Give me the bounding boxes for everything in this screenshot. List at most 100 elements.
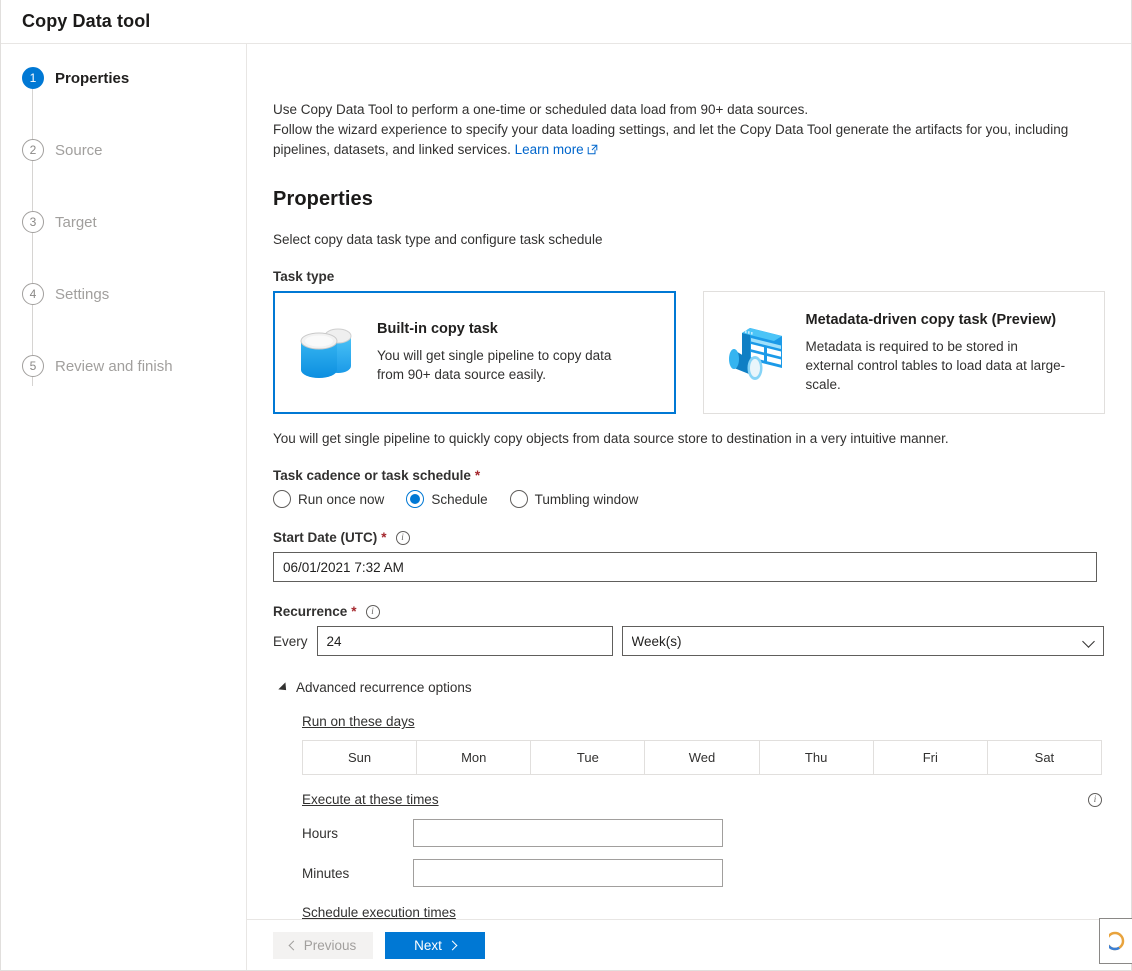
task-cadence-label: Task cadence or task schedule * bbox=[273, 468, 1105, 483]
radio-label-tumbling-window: Tumbling window bbox=[534, 491, 639, 507]
sidebar-item-source[interactable]: 2 Source bbox=[1, 136, 246, 164]
run-on-days-table: Sun Mon Tue Wed Thu Fri Sat bbox=[302, 740, 1102, 775]
recurrence-unit-select[interactable]: Week(s) bbox=[621, 626, 1104, 656]
schedule-execution-times: Schedule execution times 07:32 bbox=[302, 905, 1105, 919]
step-number-badge-1: 1 bbox=[22, 67, 44, 89]
database-cylinders-icon bbox=[293, 317, 365, 389]
main-panel: Use Copy Data Tool to perform a one-time… bbox=[247, 44, 1132, 970]
metadata-table-magnifier-icon bbox=[722, 317, 794, 389]
minutes-input[interactable] bbox=[413, 859, 723, 887]
required-marker: * bbox=[351, 604, 357, 619]
task-cadence-label-text: Task cadence or task schedule bbox=[273, 468, 471, 483]
day-cell-wed[interactable]: Wed bbox=[645, 741, 760, 774]
step-number-badge-2: 2 bbox=[22, 139, 44, 161]
sidebar-item-label-target: Target bbox=[55, 213, 97, 231]
task-type-card-title-metadata: Metadata-driven copy task (Preview) bbox=[805, 311, 1057, 328]
radio-dot-icon bbox=[406, 490, 425, 508]
execute-at-times-row: Execute at these times i bbox=[302, 792, 1102, 807]
day-cell-sun[interactable]: Sun bbox=[303, 741, 418, 774]
sidebar-item-properties[interactable]: 1 Properties bbox=[1, 64, 246, 92]
sidebar-item-label-settings: Settings bbox=[55, 285, 110, 303]
intro-text: Use Copy Data Tool to perform a one-time… bbox=[273, 100, 1105, 161]
hours-label: Hours bbox=[302, 825, 339, 841]
learn-more-link[interactable]: Learn more bbox=[515, 142, 584, 157]
required-marker: * bbox=[381, 530, 387, 545]
task-type-card-desc-built-in: You will get single pipeline to copy dat… bbox=[377, 348, 612, 382]
sidebar-item-label-source: Source bbox=[55, 141, 103, 159]
day-cell-mon[interactable]: Mon bbox=[417, 741, 532, 774]
radio-label-schedule: Schedule bbox=[431, 491, 488, 507]
previous-button[interactable]: Previous bbox=[273, 931, 373, 959]
radio-schedule[interactable]: Schedule bbox=[406, 490, 488, 508]
recurrence-interval-input[interactable] bbox=[316, 626, 613, 656]
task-type-label-text: Task type bbox=[273, 269, 335, 284]
window-body: 1 Properties 2 Source 3 Target 4 Setting… bbox=[1, 44, 1132, 970]
sidebar-item-label-properties: Properties bbox=[55, 69, 130, 87]
sidebar-item-label-review-and-finish: Review and finish bbox=[55, 357, 173, 375]
main-content: Use Copy Data Tool to perform a one-time… bbox=[247, 44, 1131, 919]
day-cell-fri[interactable]: Fri bbox=[873, 741, 988, 774]
previous-button-label: Previous bbox=[303, 937, 357, 953]
window-title: Copy Data tool bbox=[22, 11, 151, 31]
external-link-icon bbox=[587, 141, 598, 161]
radio-run-once-now[interactable]: Run once now bbox=[273, 490, 384, 508]
radio-dot-icon bbox=[273, 490, 291, 508]
circle-glyph-icon bbox=[1109, 931, 1125, 951]
day-cell-sat[interactable]: Sat bbox=[987, 741, 1101, 774]
next-button-label: Next bbox=[414, 937, 442, 953]
intro-line-2: Follow the wizard experience to specify … bbox=[273, 122, 1069, 137]
step-number-badge-4: 4 bbox=[22, 283, 44, 305]
sidebar-item-target[interactable]: 3 Target bbox=[1, 208, 246, 236]
intro-line-3: pipelines, datasets, and linked services… bbox=[273, 140, 1105, 161]
execute-at-times-label[interactable]: Execute at these times bbox=[302, 792, 439, 807]
start-date-label-text: Start Date (UTC) bbox=[273, 530, 378, 545]
task-type-card-built-in-copy[interactable]: Built-in copy task You will get single p… bbox=[273, 291, 676, 414]
chevron-right-icon bbox=[447, 940, 458, 950]
page-title: Properties bbox=[273, 188, 373, 210]
sidebar-item-settings[interactable]: 4 Settings bbox=[1, 280, 246, 308]
info-icon[interactable]: i bbox=[395, 530, 410, 545]
day-cell-thu[interactable]: Thu bbox=[759, 741, 874, 774]
chevron-left-icon bbox=[288, 940, 299, 950]
required-marker: * bbox=[474, 468, 481, 483]
step-number-badge-5: 5 bbox=[22, 355, 44, 377]
wizard-steps-sidebar: 1 Properties 2 Source 3 Target 4 Setting… bbox=[1, 44, 247, 970]
next-button[interactable]: Next bbox=[385, 931, 485, 959]
info-icon[interactable]: i bbox=[1088, 792, 1102, 807]
wizard-footer: Previous Next bbox=[247, 918, 1132, 970]
task-type-cards: Built-in copy task You will get single p… bbox=[273, 291, 1105, 414]
start-date-label: Start Date (UTC) * i bbox=[273, 530, 1105, 545]
task-type-label: Task type bbox=[273, 269, 1105, 284]
copy-data-tool-window: Copy Data tool 1 Properties 2 Source 3 T… bbox=[0, 0, 1132, 971]
schedule-execution-times-label[interactable]: Schedule execution times bbox=[302, 905, 1105, 919]
start-date-input[interactable] bbox=[273, 552, 1097, 582]
step-number-badge-3: 3 bbox=[22, 211, 44, 233]
hours-input[interactable] bbox=[413, 819, 723, 847]
hours-field: Hours bbox=[302, 819, 1105, 847]
step-connector-line bbox=[32, 86, 33, 386]
radio-dot-icon bbox=[509, 490, 528, 508]
triangle-expanded-icon bbox=[278, 681, 290, 694]
task-type-card-text: Built-in copy task You will get single p… bbox=[377, 321, 639, 384]
recurrence-unit-select-wrap: Week(s) bbox=[621, 626, 1104, 656]
recurrence-every-label: Every bbox=[273, 633, 308, 649]
task-type-card-text: Metadata-driven copy task (Preview) Meta… bbox=[806, 312, 1068, 394]
info-icon[interactable]: i bbox=[365, 604, 380, 619]
minutes-field: Minutes bbox=[302, 859, 1105, 887]
corner-widget-partial[interactable] bbox=[1099, 918, 1132, 964]
task-type-note: You will get single pipeline to quickly … bbox=[273, 431, 949, 446]
day-cell-tue[interactable]: Tue bbox=[531, 741, 646, 774]
recurrence-label: Recurrence * i bbox=[273, 604, 1105, 619]
page-subtitle: Select copy data task type and configure… bbox=[273, 232, 603, 247]
recurrence-row: Every Week(s) bbox=[273, 626, 1105, 656]
task-type-card-desc-metadata: Metadata is required to be stored in ext… bbox=[805, 338, 1066, 392]
intro-line-1: Use Copy Data Tool to perform a one-time… bbox=[273, 102, 809, 117]
run-on-these-days-label[interactable]: Run on these days bbox=[302, 714, 415, 729]
task-type-card-title-built-in: Built-in copy task bbox=[377, 321, 498, 337]
radio-tumbling-window[interactable]: Tumbling window bbox=[509, 490, 639, 508]
task-type-card-metadata-driven[interactable]: Metadata-driven copy task (Preview) Meta… bbox=[702, 291, 1105, 414]
window-titlebar: Copy Data tool bbox=[1, 0, 1131, 44]
advanced-recurrence-toggle[interactable]: Advanced recurrence options bbox=[273, 680, 1105, 695]
advanced-recurrence-label: Advanced recurrence options bbox=[296, 680, 472, 695]
sidebar-item-review-and-finish[interactable]: 5 Review and finish bbox=[1, 352, 246, 380]
